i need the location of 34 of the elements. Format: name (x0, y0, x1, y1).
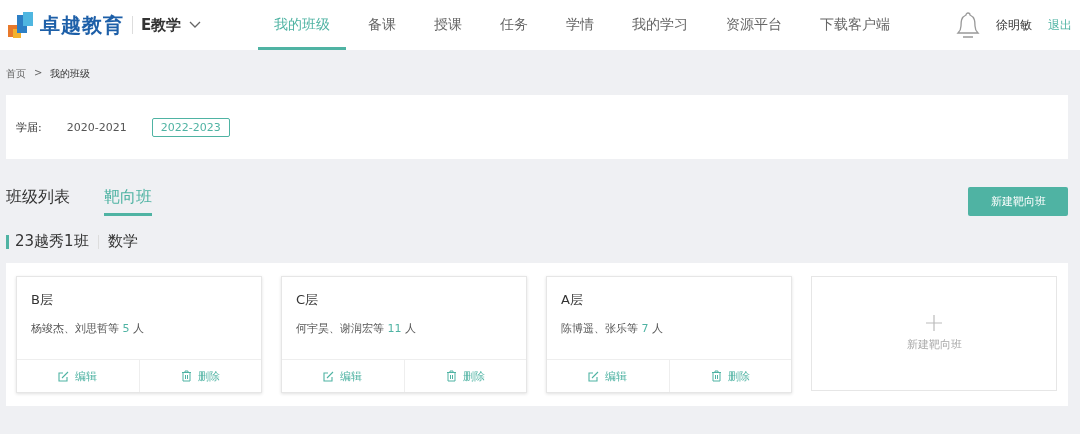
plus-icon (926, 315, 942, 331)
edit-icon (323, 370, 335, 382)
breadcrumb-separator: > (34, 67, 43, 80)
year-option[interactable]: 2020-2021 (57, 117, 136, 137)
product-dropdown[interactable]: E教学 (141, 15, 202, 35)
nav-tab[interactable]: 学情 (550, 0, 610, 50)
edit-icon (58, 370, 70, 382)
nav-tab[interactable]: 资源平台 (710, 0, 798, 50)
trash-icon (710, 370, 722, 382)
nav-tab[interactable]: 任务 (484, 0, 544, 50)
nav-tab[interactable]: 我的学习 (616, 0, 704, 50)
nav-tab[interactable]: 下载客户端 (804, 0, 906, 50)
member-summary: 陈博遥、张乐等 7 人 (561, 321, 664, 336)
logo-icon (8, 11, 34, 39)
trash-icon (180, 370, 192, 382)
bell-icon[interactable] (956, 11, 980, 39)
member-summary: 杨竣杰、刘思哲等 5 人 (31, 321, 145, 336)
class-name: 23越秀1班 (15, 232, 89, 251)
member-summary: 何宇昊、谢润宏等 11 人 (296, 321, 417, 336)
trash-icon (445, 370, 457, 382)
brand-name: 卓越教育 (40, 11, 124, 39)
group-title: A层 (561, 291, 584, 309)
breadcrumb-item[interactable]: 我的班级 (50, 67, 91, 81)
subject-name: 数学 (107, 232, 138, 251)
tab[interactable]: 班级列表 (6, 187, 70, 216)
group-title: B层 (31, 291, 54, 309)
chevron-down-icon (189, 21, 202, 29)
group-title: C层 (296, 291, 320, 309)
nav-tab[interactable]: 授课 (418, 0, 478, 50)
breadcrumb-item[interactable]: 首页 (6, 67, 26, 81)
edit-icon (588, 370, 600, 382)
filter-label: 学届: (16, 119, 42, 135)
user-name[interactable]: 徐明敏 (996, 16, 1032, 34)
nav-tab[interactable]: 备课 (352, 0, 412, 50)
